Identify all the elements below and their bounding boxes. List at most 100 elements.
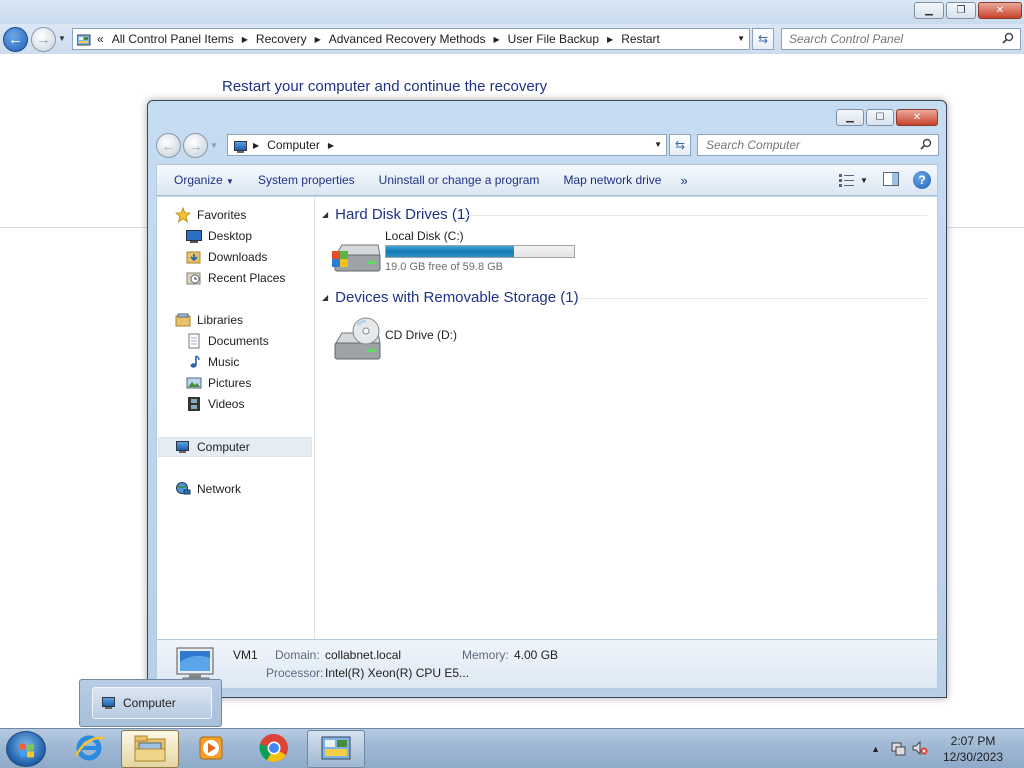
breadcrumb-restart[interactable]: Restart [621, 32, 660, 46]
collapse-triangle-icon[interactable]: ◢ [322, 210, 328, 219]
thumbnail-label: Computer [123, 696, 176, 710]
drive-c[interactable]: Local Disk (C:) 19.0 GB free of 59.8 GB [315, 227, 615, 277]
control-panel-icon [320, 734, 352, 765]
network-status-icon[interactable] [890, 740, 906, 759]
taskbar-control-panel[interactable] [307, 730, 365, 768]
explorer-search-input[interactable] [698, 135, 908, 155]
search-icon[interactable] [1002, 32, 1014, 44]
breadcrumb-advanced-recovery-methods[interactable]: Advanced Recovery Methods [329, 32, 486, 46]
music-note-icon [186, 354, 202, 370]
close-button[interactable]: ✕ [896, 109, 938, 126]
notification-area: ▲ 2:07 PM 12/30/2023 [871, 729, 1024, 768]
folder-icon [133, 733, 167, 766]
taskbar-media-player[interactable] [182, 730, 240, 768]
organize-menu[interactable]: Organize ▼ [165, 173, 249, 187]
control-panel-search-input[interactable] [782, 29, 992, 49]
chevron-right-icon[interactable]: ▶ [607, 35, 613, 44]
nav-downloads[interactable]: Downloads [186, 247, 267, 267]
clock[interactable]: 2:07 PM 12/30/2023 [942, 733, 1004, 765]
chevron-down-icon: ▼ [226, 177, 234, 186]
hard-drive-icon [332, 241, 382, 278]
star-icon [174, 206, 192, 224]
taskbar: ▲ 2:07 PM 12/30/2023 [0, 728, 1024, 768]
taskbar-internet-explorer[interactable] [60, 730, 118, 768]
computer-explorer-window: ▁ ☐ ✕ ← → ▼ ▶ Computer ▶ ▼ ⇆ Organize ▼ … [147, 100, 947, 698]
volume-muted-icon[interactable] [912, 740, 928, 759]
breadcrumb-computer[interactable]: Computer [267, 138, 320, 152]
nav-favorites[interactable]: Favorites [174, 205, 246, 225]
explorer-search[interactable] [697, 134, 939, 156]
taskbar-windows-explorer[interactable] [121, 730, 179, 768]
explorer-address-bar[interactable]: ▶ Computer ▶ ▼ [227, 134, 667, 156]
system-properties-button[interactable]: System properties [249, 173, 370, 187]
pictures-icon [186, 375, 202, 391]
close-button[interactable]: ✕ [978, 2, 1022, 19]
computer-icon [233, 139, 247, 153]
group-header-removable[interactable]: ◢ Devices with Removable Storage (1) [322, 289, 579, 306]
organize-label: Organize [174, 173, 223, 187]
address-dropdown-icon[interactable]: ▼ [737, 34, 745, 43]
address-dropdown-icon[interactable]: ▼ [654, 140, 662, 149]
chevron-right-icon[interactable]: ▶ [242, 35, 248, 44]
nav-computer[interactable]: Computer [175, 437, 250, 457]
internet-explorer-icon [73, 732, 105, 767]
nav-downloads-label: Downloads [208, 250, 268, 264]
address-bar[interactable]: « All Control Panel Items ▶ Recovery ▶ A… [72, 28, 750, 50]
nav-desktop[interactable]: Desktop [186, 226, 252, 246]
more-commands-button[interactable]: » [680, 173, 687, 188]
maximize-button[interactable]: ☐ [866, 109, 894, 126]
chevron-right-icon[interactable]: ▶ [253, 141, 259, 150]
group-header-hard-disk-label: Hard Disk Drives (1) [335, 206, 471, 223]
control-panel-search[interactable] [781, 28, 1021, 50]
memory-label: Memory: [462, 648, 509, 662]
map-network-drive-button[interactable]: Map network drive [554, 173, 676, 187]
nav-documents[interactable]: Documents [186, 331, 269, 351]
recent-pages-dropdown[interactable]: ▼ [58, 34, 66, 43]
uninstall-program-button[interactable]: Uninstall or change a program [370, 173, 555, 187]
start-button[interactable] [6, 731, 46, 767]
back-button[interactable]: ← [156, 133, 181, 158]
nav-music[interactable]: Music [186, 352, 239, 372]
thumbnail-computer[interactable]: Computer [92, 687, 212, 719]
collapse-triangle-icon[interactable]: ◢ [322, 293, 328, 302]
search-icon[interactable] [920, 138, 932, 150]
preview-pane-icon [883, 171, 899, 186]
breadcrumb-overflow[interactable]: « [97, 32, 104, 46]
breadcrumb-recovery[interactable]: Recovery [256, 32, 307, 46]
computer-name: VM1 [233, 648, 258, 662]
breadcrumb-user-file-backup[interactable]: User File Backup [508, 32, 599, 46]
nav-pictures-label: Pictures [208, 376, 252, 390]
drive-d[interactable]: CD Drive (D:) [315, 315, 515, 365]
restore-button[interactable]: ❐ [946, 2, 976, 19]
preview-pane-button[interactable] [883, 171, 899, 189]
change-view-button[interactable]: ▼ [839, 170, 869, 190]
network-icon [175, 481, 191, 497]
forward-button[interactable]: → [183, 133, 208, 158]
libraries-icon [175, 312, 191, 328]
explorer-body: Favorites Desktop Downloads Recent Place… [156, 197, 938, 639]
nav-network[interactable]: Network [175, 479, 241, 499]
refresh-button[interactable]: ⇆ [669, 134, 691, 156]
help-icon[interactable]: ? [913, 171, 931, 189]
chevron-right-icon[interactable]: ▶ [328, 141, 334, 150]
chevron-right-icon[interactable]: ▶ [315, 35, 321, 44]
breadcrumb-all-control-panel-items[interactable]: All Control Panel Items [112, 32, 234, 46]
minimize-button[interactable]: ▁ [836, 109, 864, 126]
command-bar-right: ▼ ? [839, 170, 931, 190]
taskbar-chrome[interactable] [245, 730, 303, 768]
recent-pages-dropdown[interactable]: ▼ [210, 141, 218, 150]
chevron-right-icon[interactable]: ▶ [494, 35, 500, 44]
page-title: Restart your computer and continue the r… [222, 78, 548, 95]
back-button[interactable]: ← [3, 27, 28, 52]
refresh-button[interactable]: ⇆ [752, 28, 774, 50]
nav-pictures[interactable]: Pictures [186, 373, 251, 393]
forward-button[interactable]: → [31, 27, 56, 52]
show-hidden-icons-button[interactable]: ▲ [871, 744, 880, 754]
nav-recent-places[interactable]: Recent Places [186, 268, 285, 288]
explorer-command-bar: Organize ▼ System properties Uninstall o… [156, 164, 938, 196]
computer-icon [175, 439, 191, 455]
group-header-hard-disk[interactable]: ◢ Hard Disk Drives (1) [322, 206, 470, 223]
minimize-button[interactable]: ▁ [914, 2, 944, 19]
nav-libraries[interactable]: Libraries [175, 310, 243, 330]
nav-videos[interactable]: Videos [186, 394, 244, 414]
